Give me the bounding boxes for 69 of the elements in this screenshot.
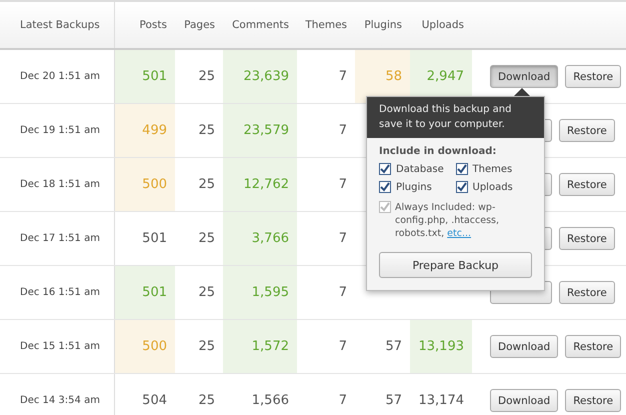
table-cell: 13,193 bbox=[410, 320, 472, 373]
restore-button[interactable]: Restore bbox=[559, 227, 615, 250]
download-button[interactable]: Download bbox=[490, 389, 558, 412]
table-cell: 23,579 bbox=[223, 104, 297, 157]
table-cell: 23,639 bbox=[223, 50, 297, 103]
backup-date: Dec 18 1:51 am bbox=[0, 158, 115, 211]
column-header: Latest Backups bbox=[0, 2, 115, 48]
table-cell-text: 501 bbox=[141, 230, 168, 248]
table-cell-text: 25 bbox=[197, 338, 216, 356]
checkbox[interactable] bbox=[379, 181, 391, 193]
table-cell-text: 25 bbox=[197, 392, 216, 410]
table-cell-text: 7 bbox=[338, 68, 348, 86]
option-label: Plugins bbox=[396, 182, 432, 192]
table-cell-text: 25 bbox=[197, 230, 216, 248]
column-header: Pages bbox=[183, 18, 216, 33]
option-label: Uploads bbox=[472, 182, 513, 192]
table-cell-text: 57 bbox=[384, 392, 403, 410]
table-cell-text: 13,174 bbox=[418, 392, 465, 410]
table-cell-text: 7 bbox=[338, 230, 348, 248]
table-cell: 501 bbox=[115, 266, 175, 319]
column-header: Plugins bbox=[363, 18, 403, 33]
checkbox[interactable] bbox=[379, 163, 391, 175]
download-button[interactable]: Download bbox=[490, 335, 558, 358]
restore-button[interactable]: Restore bbox=[565, 389, 622, 412]
table-cell-text: 7 bbox=[338, 284, 348, 302]
table-cell: 500 bbox=[115, 158, 175, 211]
column-header: Themes bbox=[304, 18, 348, 33]
tooltip-text: Download this backup and save it to your computer. bbox=[367, 97, 544, 138]
column-header: Uploads bbox=[420, 18, 465, 33]
table-cell-text: 25 bbox=[197, 68, 216, 86]
table-cell-text: 7 bbox=[338, 338, 348, 356]
table-cell-text: 504 bbox=[141, 392, 168, 410]
restore-button[interactable]: Restore bbox=[565, 65, 622, 88]
backup-date: Dec 19 1:51 am bbox=[0, 104, 115, 157]
table-cell-text: 7 bbox=[338, 392, 348, 410]
table-cell: 1,595 bbox=[223, 266, 297, 319]
restore-button[interactable]: Restore bbox=[559, 281, 615, 304]
table-cell-text: 25 bbox=[197, 284, 216, 302]
table-cell-text: 25 bbox=[197, 176, 216, 194]
column-header: Comments bbox=[231, 18, 290, 33]
table-cell-text: 57 bbox=[384, 338, 403, 356]
backup-date: Dec 14 3:54 am bbox=[0, 374, 115, 415]
column-header: Posts bbox=[138, 18, 168, 33]
table-cell-text: 25 bbox=[197, 122, 216, 140]
option-label: Database bbox=[396, 164, 444, 174]
checkbox[interactable] bbox=[456, 181, 468, 193]
restore-button[interactable]: Restore bbox=[559, 173, 615, 196]
checkbox[interactable] bbox=[379, 201, 391, 213]
prepare-backup-button[interactable]: Prepare Backup bbox=[379, 252, 532, 278]
table-cell-text: 7 bbox=[338, 176, 348, 194]
table-cell: 12,762 bbox=[223, 158, 297, 211]
table-cell: 501 bbox=[115, 50, 175, 103]
table-cell-text: 1,566 bbox=[250, 392, 290, 410]
download-button[interactable]: Download bbox=[490, 65, 558, 88]
backup-date: Dec 17 1:51 am bbox=[0, 212, 115, 265]
backup-date: Dec 15 1:51 am bbox=[0, 320, 115, 373]
table-cell-text: 7 bbox=[338, 122, 348, 140]
table-cell: 500 bbox=[115, 320, 175, 373]
option-label: Themes bbox=[472, 164, 512, 174]
backup-date: Dec 16 1:51 am bbox=[0, 266, 115, 319]
backup-date: Dec 20 1:51 am bbox=[0, 50, 115, 103]
restore-button[interactable]: Restore bbox=[559, 119, 615, 142]
table-cell: 499 bbox=[115, 104, 175, 157]
table-cell: 3,766 bbox=[223, 212, 297, 265]
table-cell: 1,572 bbox=[223, 320, 297, 373]
options-heading: Include in download: bbox=[379, 146, 498, 157]
always-included-note: Always Included: wp-config.php, .htaccess, robots.txt, etc... bbox=[395, 201, 500, 240]
restore-button[interactable]: Restore bbox=[565, 335, 622, 358]
checkbox[interactable] bbox=[456, 163, 468, 175]
